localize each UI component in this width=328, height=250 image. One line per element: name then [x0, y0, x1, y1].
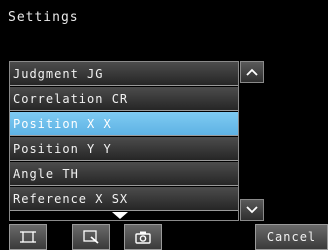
- chevron-down-icon: [246, 206, 258, 214]
- list-item-judgment[interactable]: Judgment JG: [10, 62, 238, 86]
- list-item-correlation[interactable]: Correlation CR: [10, 87, 238, 111]
- camera-icon: [135, 231, 151, 244]
- fit-frame-button[interactable]: [9, 224, 47, 250]
- scroll-down-button[interactable]: [240, 199, 264, 221]
- zoom-icon: [83, 230, 99, 244]
- fit-frame-icon: [20, 231, 36, 243]
- more-items-arrow-icon: [112, 212, 128, 219]
- settings-list: Judgment JG Correlation CR Position X X …: [9, 61, 239, 221]
- scrollbar-track[interactable]: [240, 61, 264, 221]
- chevron-up-icon: [246, 68, 258, 76]
- list-item-position-y[interactable]: Position Y Y: [10, 137, 238, 161]
- page-title: Settings: [8, 10, 79, 25]
- settings-screen: Settings Judgment JG Correlation CR Posi…: [0, 0, 328, 250]
- cancel-button[interactable]: Cancel: [255, 224, 328, 250]
- camera-button[interactable]: [124, 224, 162, 250]
- scroll-up-button[interactable]: [240, 61, 264, 83]
- list-item-angle[interactable]: Angle TH: [10, 162, 238, 186]
- zoom-button[interactable]: [72, 224, 110, 250]
- list-item-reference-x[interactable]: Reference X SX: [10, 187, 238, 211]
- list-item-position-x[interactable]: Position X X: [10, 112, 238, 136]
